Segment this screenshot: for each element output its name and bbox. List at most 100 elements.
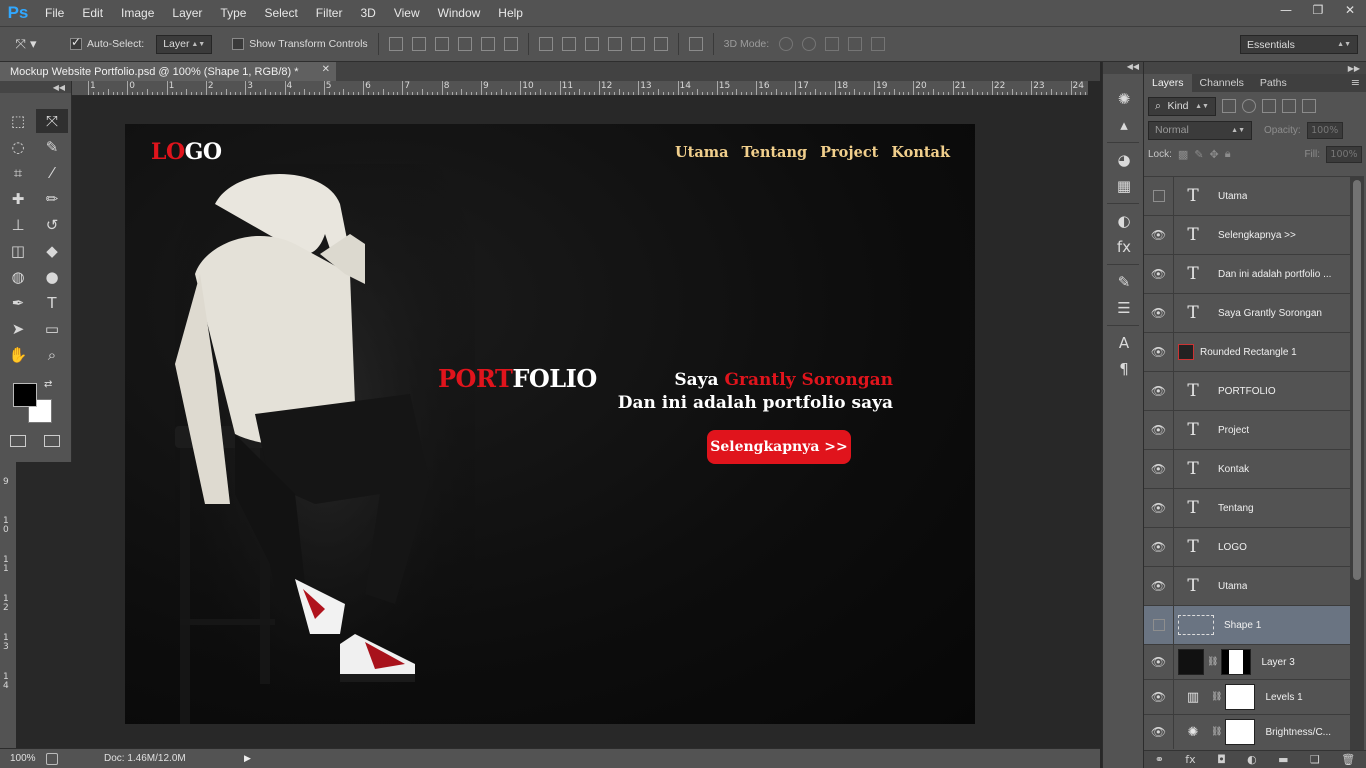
align-vcenter-icon[interactable] [411,37,426,51]
opacity-input[interactable]: 100% [1306,121,1343,139]
link-layers-icon[interactable]: ⚭ [1155,753,1164,766]
brush-tool-icon[interactable]: ✏ [36,187,68,211]
layer-row[interactable]: 👁︎ T PORTFOLIO [1144,371,1350,410]
blend-mode-dropdown[interactable]: Normal ▲▼ [1148,120,1252,140]
filter-shape-icon[interactable] [1282,99,1296,113]
close-button[interactable]: ✕ [1334,0,1366,20]
nav-project[interactable]: Project [820,144,878,161]
filter-kind-dropdown[interactable]: ⌕ Kind ▲▼ [1148,96,1216,116]
distribute-vcenter-icon[interactable] [561,37,576,51]
layer-mask-thumbnail[interactable] [1225,684,1256,710]
tab-paths[interactable]: Paths [1252,74,1295,92]
mask-link-icon[interactable]: ⛓ [1211,727,1222,737]
eye-visibility-icon[interactable]: 👁︎ [1144,372,1174,410]
eye-visibility-icon[interactable]: 👁︎ [1144,528,1174,566]
pen-tool-icon[interactable]: ✒ [2,291,34,315]
eye-visibility-icon[interactable]: 👁︎ [1144,567,1174,605]
auto-align-icon[interactable] [688,37,703,51]
layer-mask-thumbnail[interactable] [1225,719,1256,745]
delete-layer-icon[interactable]: 🗑︎ [1341,753,1355,766]
tab-channels[interactable]: Channels [1192,74,1252,92]
type-tool-icon[interactable]: T [36,291,68,315]
navigator-icon[interactable]: ✺ [1103,86,1145,112]
distribute-right-icon[interactable] [653,37,668,51]
screen-mode-icon[interactable] [44,435,60,447]
collapse-layers-icon[interactable]: ▶▶ [1144,62,1366,74]
fill-input[interactable]: 100% [1326,145,1362,163]
layer-row[interactable]: 👁︎ ⛓ Layer 3 [1144,644,1350,679]
status-menu-arrow-icon[interactable]: ▶ [244,753,251,764]
eyedropper-tool-icon[interactable]: ⁄ [36,161,68,185]
visibility-off-icon[interactable] [1144,177,1174,215]
layer-row[interactable]: 👁︎ T Project [1144,410,1350,449]
move-tool-preset-icon[interactable]: ⤧ ▾ [0,29,52,59]
marquee-tool-icon[interactable]: ⬚ [2,109,34,133]
styles-fx-icon[interactable]: fx [1103,234,1145,260]
adjustments-icon[interactable]: ◐ [1103,208,1145,234]
align-bottom-icon[interactable] [434,37,449,51]
filter-type-icon[interactable] [1262,99,1276,113]
eye-visibility-icon[interactable]: 👁︎ [1144,216,1174,254]
visibility-off-icon[interactable] [1144,606,1174,644]
swatches-icon[interactable]: ▦ [1103,173,1145,199]
collapse-dock-icon[interactable]: ◀◀ [1103,62,1143,74]
proof-setup-icon[interactable] [46,752,58,765]
quick-select-tool-icon[interactable]: ✎ [36,135,68,159]
layer-row[interactable]: 👁︎ T LOGO [1144,527,1350,566]
paragraph-icon[interactable]: ¶ [1103,356,1145,382]
filter-adjust-icon[interactable] [1242,99,1256,113]
move-tool-icon[interactable]: ⤧ [36,109,68,133]
layer-row[interactable]: Shape 1 [1144,605,1350,644]
menu-help[interactable]: Help [489,0,532,26]
eye-visibility-icon[interactable]: 👁︎ [1144,255,1174,293]
slide-3d-icon[interactable] [848,37,863,51]
dodge-tool-icon[interactable]: ● [36,265,68,289]
scale-3d-icon[interactable] [871,37,886,51]
eye-visibility-icon[interactable]: 👁︎ [1144,333,1174,371]
nav-kontak[interactable]: Kontak [891,144,950,161]
align-left-icon[interactable] [457,37,472,51]
menu-edit[interactable]: Edit [73,0,112,26]
lock-all-icon[interactable]: 🔒︎ [1225,147,1231,161]
distribute-hcenter-icon[interactable] [630,37,645,51]
add-mask-icon[interactable]: ◘ [1217,753,1226,766]
menu-select[interactable]: Select [255,0,306,26]
layer-row[interactable]: 👁︎ T Selengkapnya >> [1144,215,1350,254]
eye-visibility-icon[interactable]: 👁︎ [1144,680,1174,714]
eye-visibility-icon[interactable]: 👁︎ [1144,294,1174,332]
history-brush-icon[interactable]: ↺ [36,213,68,237]
histogram-icon[interactable]: ▴ [1103,112,1145,138]
menu-file[interactable]: File [36,0,73,26]
foreground-color-swatch[interactable] [13,383,37,407]
filter-smart-icon[interactable] [1302,99,1316,113]
auto-select-checkbox[interactable]: Auto-Select: [70,35,144,50]
layer-row[interactable]: 👁︎ T Utama [1144,566,1350,605]
clone-stamp-icon[interactable]: ⊥ [2,213,34,237]
layer-row[interactable]: 👁︎ T Tentang [1144,488,1350,527]
show-transform-checkbox[interactable]: Show Transform Controls [232,38,368,50]
restore-button[interactable]: ❐ [1302,0,1334,20]
align-hcenter-icon[interactable] [480,37,495,51]
layer-row[interactable]: 👁︎ T Saya Grantly Sorongan [1144,293,1350,332]
menu-window[interactable]: Window [429,0,490,26]
menu-filter[interactable]: Filter [307,0,352,26]
paint-bucket-icon[interactable]: ◆ [36,239,68,263]
eye-visibility-icon[interactable]: 👁︎ [1144,411,1174,449]
hand-tool-icon[interactable]: ✋ [2,343,34,367]
layers-scrollbar[interactable] [1350,176,1364,750]
menu-image[interactable]: Image [112,0,163,26]
align-right-icon[interactable] [503,37,518,51]
lasso-tool-icon[interactable]: ◌ [2,135,34,159]
layer-row[interactable]: 👁︎ ✺ ⛓ Brightness/C... [1144,714,1350,749]
minimize-button[interactable]: — [1270,0,1302,20]
selengkapnya-button[interactable]: Selengkapnya >> [707,430,851,464]
filter-pixel-icon[interactable] [1222,99,1236,113]
eye-visibility-icon[interactable]: 👁︎ [1144,489,1174,527]
zoom-level[interactable]: 100% [0,753,46,764]
brush-presets-icon[interactable]: ✎ [1103,269,1145,295]
menu-view[interactable]: View [385,0,429,26]
scrollbar-thumb[interactable] [1353,180,1361,580]
canvas-area[interactable]: LOGO Utama Tentang Project Kontak PORTFO… [72,96,1086,748]
close-tab-icon[interactable]: ✕ [322,64,330,75]
panel-menu-icon[interactable]: ≡ [1351,74,1366,92]
